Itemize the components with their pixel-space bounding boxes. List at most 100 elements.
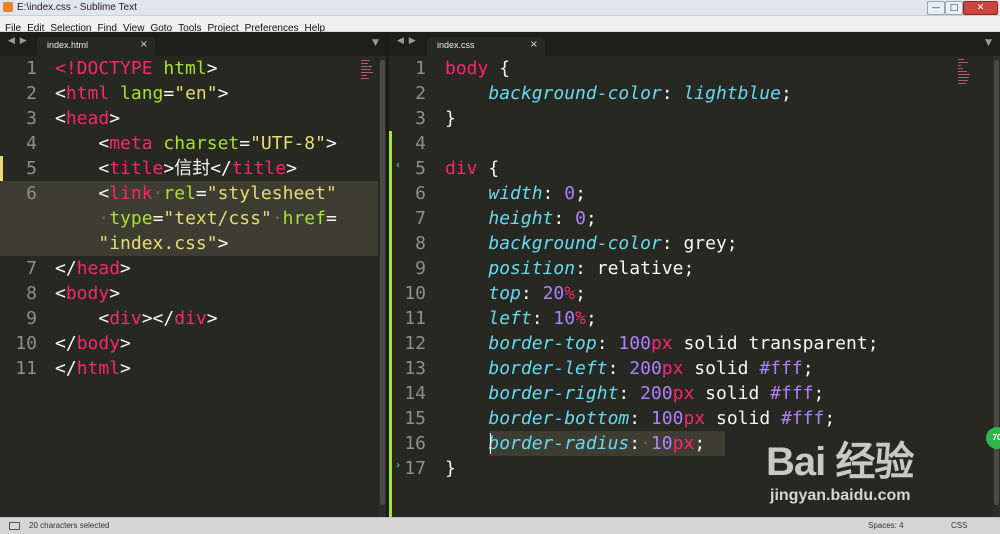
code-line[interactable]: 7 height: 0; — [389, 206, 993, 231]
code-text: body { — [445, 58, 511, 79]
line-number: 15 — [404, 408, 426, 429]
code-line[interactable]: 7 </head> — [0, 256, 378, 281]
code-line[interactable]: 6 width: 0; — [389, 181, 993, 206]
line-number: 14 — [404, 383, 426, 404]
tab-label: index.css — [437, 40, 475, 50]
code-line[interactable]: 5 div { — [389, 156, 993, 181]
line-number: 13 — [404, 358, 426, 379]
line-number: 6 — [26, 183, 37, 204]
html-editor-pane[interactable]: ✎ 1<!DOCTYPE html>2<html lang="en">3<hea… — [0, 56, 378, 517]
minimize-button[interactable]: — — [927, 1, 945, 15]
tab-dropdown-icon[interactable]: ▼ — [372, 38, 379, 48]
code-line[interactable]: 4 <meta charset="UTF-8"> — [0, 131, 378, 156]
code-text: <body> — [55, 283, 121, 304]
code-line[interactable]: "index.css"> — [0, 231, 378, 256]
watermark-logo-text: Bai 经验 — [766, 440, 914, 484]
tab-nav-arrows-icon[interactable]: ◀ ▶ — [8, 36, 28, 46]
close-tab-icon[interactable]: × — [140, 39, 148, 50]
code-line[interactable]: 6 <link·rel="stylesheet" — [0, 181, 378, 206]
code-line[interactable]: 2 background-color: lightblue; — [389, 81, 993, 106]
code-line[interactable]: 10 top: 20%; — [389, 281, 993, 306]
line-number: 4 — [415, 133, 426, 154]
line-number: 11 — [404, 308, 426, 329]
code-text: border-top: 100px solid transparent; — [488, 333, 879, 354]
syntax-mode[interactable]: CSS — [951, 518, 967, 534]
right-minimap[interactable] — [958, 58, 970, 86]
console-icon[interactable] — [9, 522, 20, 530]
code-text: ·type="text/css"·href= — [98, 208, 337, 229]
close-tab-icon[interactable]: × — [530, 39, 538, 50]
code-line[interactable]: 9 position: relative; — [389, 256, 993, 281]
code-line[interactable]: 5 <title>信封</title> — [0, 156, 378, 181]
line-number: 7 — [26, 258, 37, 279]
title-bar: E:\index.css - Sublime Text — □ ✕ — [0, 0, 1000, 16]
code-text: <!DOCTYPE html> — [55, 58, 218, 79]
code-text: background-color: grey; — [488, 233, 738, 254]
code-line[interactable]: 11 </html> — [0, 356, 378, 381]
line-number: 6 — [415, 183, 426, 204]
line-number: 1 — [26, 58, 37, 79]
line-number: 2 — [415, 83, 426, 104]
scrollbar-thumb[interactable] — [380, 60, 385, 505]
left-tab-strip: ◀ ▶ index.html × ▼ — [0, 32, 386, 56]
code-line[interactable]: 3 <head> — [0, 106, 378, 131]
left-minimap[interactable] — [361, 58, 373, 86]
code-text: <head> — [55, 108, 121, 129]
code-line[interactable]: 2 <html lang="en"> — [0, 81, 378, 106]
code-text: width: 0; — [488, 183, 586, 204]
code-text: </body> — [55, 333, 131, 354]
code-text: </head> — [55, 258, 131, 279]
right-tab-strip: ◀ ▶ index.css × ▼ — [389, 32, 1000, 56]
code-line[interactable]: 8 <body> — [0, 281, 378, 306]
tab-nav-arrows-icon[interactable]: ◀ ▶ — [397, 36, 417, 46]
code-text: <html lang="en"> — [55, 83, 229, 104]
code-line[interactable]: 3} — [389, 106, 993, 131]
code-text: border-left: 200px solid #fff; — [488, 358, 814, 379]
code-line[interactable]: 10 </body> — [0, 331, 378, 356]
maximize-button[interactable]: □ — [945, 1, 963, 15]
code-text: <div></div> — [55, 308, 218, 329]
code-text: position: relative; — [488, 258, 695, 279]
code-text: border-right: 200px solid #fff; — [488, 383, 825, 404]
line-number: 2 — [26, 83, 37, 104]
code-line[interactable]: 1 <!DOCTYPE html> — [0, 56, 378, 81]
code-line[interactable]: 13 border-left: 200px solid #fff; — [389, 356, 993, 381]
text-cursor — [490, 433, 491, 454]
line-number: 10 — [404, 283, 426, 304]
menu-bar: File Edit Selection Find View Goto Tools Projec… — [0, 16, 1000, 34]
line-number: 5 — [26, 158, 37, 179]
code-line[interactable]: 9 <div></div> — [0, 306, 378, 331]
status-bar: 20 characters selected Spaces: 4 CSS — [0, 517, 1000, 534]
code-text: <meta charset="UTF-8"> — [55, 133, 337, 154]
window-title: E:\index.css - Sublime Text — [17, 2, 137, 13]
tab-dropdown-icon[interactable]: ▼ — [985, 38, 992, 48]
line-number: 11 — [15, 358, 37, 379]
code-text: top: 20%; — [488, 283, 586, 304]
code-line[interactable]: 14 border-right: 200px solid #fff; — [389, 381, 993, 406]
code-line[interactable]: 4 — [389, 131, 993, 156]
line-number: 5 — [415, 158, 426, 179]
code-text: border-radius:·10px; — [488, 433, 706, 454]
tab-index-html[interactable]: index.html × — [37, 37, 155, 56]
close-window-button[interactable]: ✕ — [963, 1, 998, 15]
baidu-watermark: Bai 经验 jingyan.baidu.com — [758, 425, 988, 515]
line-number: 8 — [26, 283, 37, 304]
code-line[interactable]: 1 body { — [389, 56, 993, 81]
code-line[interactable]: 12 border-top: 100px solid transparent; — [389, 331, 993, 356]
code-text: </html> — [55, 358, 131, 379]
tab-index-css[interactable]: index.css × — [427, 37, 545, 56]
left-scrollbar[interactable] — [379, 56, 386, 517]
sublime-logo-icon — [3, 2, 13, 12]
code-text: "index.css"> — [98, 233, 229, 254]
code-line[interactable]: 8 background-color: grey; — [389, 231, 993, 256]
code-text: left: 10%; — [488, 308, 597, 329]
code-line[interactable]: ·type="text/css"·href= — [0, 206, 378, 231]
line-number: 4 — [26, 133, 37, 154]
indentation-setting[interactable]: Spaces: 4 — [868, 518, 904, 534]
code-text: background-color: lightblue; — [488, 83, 792, 104]
watermark-url: jingyan.baidu.com — [770, 487, 911, 504]
code-text: <link·rel="stylesheet" — [55, 183, 337, 204]
tab-label: index.html — [47, 40, 89, 50]
code-line[interactable]: 11 left: 10%; — [389, 306, 993, 331]
line-number: 7 — [415, 208, 426, 229]
